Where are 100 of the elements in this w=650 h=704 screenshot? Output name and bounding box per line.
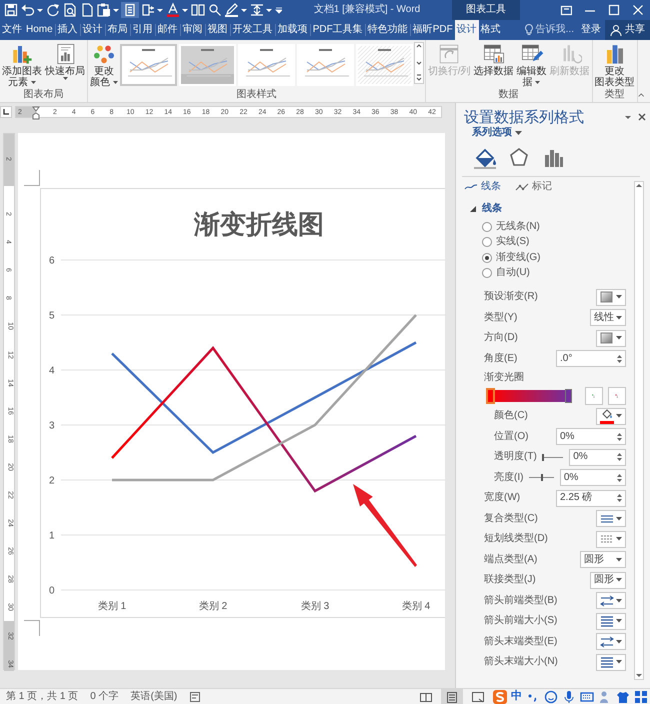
shirt-icon[interactable] bbox=[616, 690, 630, 704]
ribbon-tab[interactable]: 文件 bbox=[0, 20, 24, 40]
ribbon-tab[interactable]: 邮件 bbox=[156, 20, 180, 40]
ribbon-tab[interactable]: 审阅 bbox=[180, 20, 205, 40]
radio-button[interactable] bbox=[482, 252, 492, 263]
dropdown-button[interactable] bbox=[596, 288, 626, 306]
input-method-logo-icon[interactable] bbox=[493, 690, 507, 704]
ribbon-tab[interactable]: 开发工具 bbox=[230, 20, 275, 40]
color-picker-button[interactable] bbox=[596, 408, 626, 425]
dropdown-button[interactable] bbox=[596, 612, 626, 630]
macro-icon[interactable] bbox=[189, 690, 202, 702]
columns-icon[interactable] bbox=[190, 2, 206, 18]
spinner-arrows-icon[interactable] bbox=[617, 452, 622, 462]
slider-thumb[interactable] bbox=[542, 454, 544, 461]
ribbon-button[interactable]: 编辑数 据 bbox=[516, 42, 548, 88]
ribbon-tab[interactable]: 视图 bbox=[206, 20, 230, 40]
emoji-icon[interactable] bbox=[544, 690, 558, 704]
close-icon[interactable] bbox=[638, 113, 646, 121]
collapse-triangle-icon[interactable] bbox=[470, 206, 476, 212]
pane-category-tab[interactable] bbox=[508, 147, 530, 169]
ribbon-tab[interactable]: 加载项 bbox=[276, 20, 310, 40]
collapse-ribbon-icon[interactable] bbox=[638, 92, 644, 98]
spinner-arrows-icon[interactable] bbox=[617, 493, 622, 504]
chart-style-thumbnail[interactable] bbox=[296, 44, 354, 86]
radio-button[interactable] bbox=[482, 237, 492, 248]
ribbon-tab[interactable]: 设计 bbox=[454, 20, 479, 40]
redo-icon[interactable] bbox=[45, 2, 61, 18]
field-label: 箭头前端类型(B) bbox=[484, 594, 558, 607]
chart-style-thumbnail[interactable] bbox=[178, 44, 236, 86]
ribbon-tab[interactable]: 福昕PDF bbox=[410, 20, 455, 40]
spinner-arrows-icon[interactable] bbox=[617, 432, 622, 442]
spin-field[interactable]: 0% bbox=[569, 448, 626, 466]
font-color-icon[interactable] bbox=[165, 2, 189, 18]
chart-style-thumbnail[interactable] bbox=[356, 44, 413, 86]
dropdown-button[interactable] bbox=[596, 633, 626, 650]
ribbon-display-icon[interactable] bbox=[560, 4, 572, 16]
dropdown-field[interactable]: 圆形 bbox=[590, 572, 626, 589]
ribbon-tab[interactable]: 特色功能 bbox=[366, 20, 410, 40]
pane-category-tab[interactable] bbox=[474, 147, 496, 169]
indent-marker-icon[interactable] bbox=[32, 106, 40, 120]
ribbon-button[interactable]: 选择数据 bbox=[472, 42, 515, 77]
input-mode-indicator[interactable]: 中 bbox=[511, 690, 522, 704]
ribbon-button[interactable]: 更改 图表类型 bbox=[594, 42, 636, 88]
radio-button[interactable] bbox=[482, 222, 492, 232]
keyboard-icon[interactable] bbox=[580, 690, 594, 704]
spin-field[interactable]: .0° bbox=[556, 350, 626, 368]
view-button[interactable] bbox=[441, 689, 463, 704]
ribbon-tab[interactable]: 格式 bbox=[478, 20, 503, 40]
grid-icon[interactable] bbox=[634, 690, 648, 704]
ribbon-button[interactable]: 更改 颜色 bbox=[89, 42, 119, 88]
axis-label: 2 bbox=[49, 476, 55, 486]
undo-icon[interactable] bbox=[20, 2, 44, 18]
ribbon-button[interactable]: 快速布局 bbox=[44, 42, 86, 80]
series-options-dropdown[interactable]: 系列选项 bbox=[464, 127, 522, 139]
spin-field[interactable]: 0% bbox=[560, 469, 626, 486]
pane-subtab[interactable]: 标记 bbox=[515, 181, 552, 193]
ribbon-button[interactable]: 添加图表 元素 bbox=[1, 42, 43, 88]
spin-field[interactable]: 0% bbox=[556, 428, 626, 446]
pane-options-icon[interactable] bbox=[624, 113, 632, 121]
chart-style-thumbnail[interactable] bbox=[238, 44, 295, 86]
print-preview-icon[interactable] bbox=[62, 2, 78, 18]
maximize-icon[interactable] bbox=[608, 4, 620, 16]
tab-stop-icon[interactable] bbox=[0, 106, 12, 118]
dropdown-button[interactable] bbox=[596, 654, 626, 671]
dropdown-field[interactable]: 线性 bbox=[590, 309, 626, 326]
paste-icon[interactable] bbox=[96, 2, 120, 18]
pane-subtab[interactable]: 线条 bbox=[464, 181, 501, 193]
spacing-icon[interactable] bbox=[249, 2, 273, 18]
save-icon[interactable] bbox=[3, 2, 19, 18]
scroll-down-icon[interactable] bbox=[635, 673, 643, 679]
slider-thumb[interactable] bbox=[540, 474, 543, 482]
search-icon[interactable] bbox=[207, 2, 223, 18]
dropdown-button[interactable] bbox=[596, 330, 626, 347]
dropdown-button[interactable] bbox=[596, 592, 626, 610]
dropdown-field[interactable]: 圆形 bbox=[580, 551, 626, 568]
language-indicator[interactable]: 英语(美国) bbox=[130, 690, 178, 702]
radio-button[interactable] bbox=[482, 268, 492, 278]
sign-in-link[interactable]: 登录 bbox=[577, 20, 605, 40]
page-layout-icon[interactable] bbox=[121, 2, 139, 18]
spin-field[interactable]: 2.25 磅 bbox=[556, 490, 626, 507]
indent-icon[interactable] bbox=[140, 2, 164, 18]
pane-category-tab[interactable] bbox=[542, 147, 564, 169]
scrollbar[interactable] bbox=[634, 181, 644, 680]
gallery-scroll-icon[interactable] bbox=[414, 42, 424, 84]
ribbon-tab[interactable]: 引用 bbox=[130, 20, 155, 40]
ribbon-tab[interactable]: Home bbox=[24, 20, 55, 40]
ribbon-tab[interactable]: 布局 bbox=[106, 20, 130, 40]
dropdown-button[interactable] bbox=[596, 510, 626, 528]
spinner-arrows-icon[interactable] bbox=[617, 354, 622, 364]
scroll-up-icon[interactable] bbox=[635, 182, 643, 188]
microphone-icon[interactable] bbox=[562, 690, 576, 704]
ribbon-tab[interactable]: 设计 bbox=[80, 20, 105, 40]
share-button[interactable]: 共享 bbox=[605, 20, 650, 40]
tell-me-box[interactable]: 告诉我... bbox=[520, 20, 577, 40]
ribbon-tab[interactable]: PDF工具集 bbox=[310, 20, 365, 40]
dropdown-button[interactable] bbox=[596, 530, 626, 548]
chart-style-thumbnail[interactable] bbox=[120, 44, 177, 86]
spinner-arrows-icon[interactable] bbox=[617, 472, 622, 483]
pen-icon[interactable] bbox=[224, 2, 248, 18]
ribbon-tab[interactable]: 插入 bbox=[56, 20, 80, 40]
